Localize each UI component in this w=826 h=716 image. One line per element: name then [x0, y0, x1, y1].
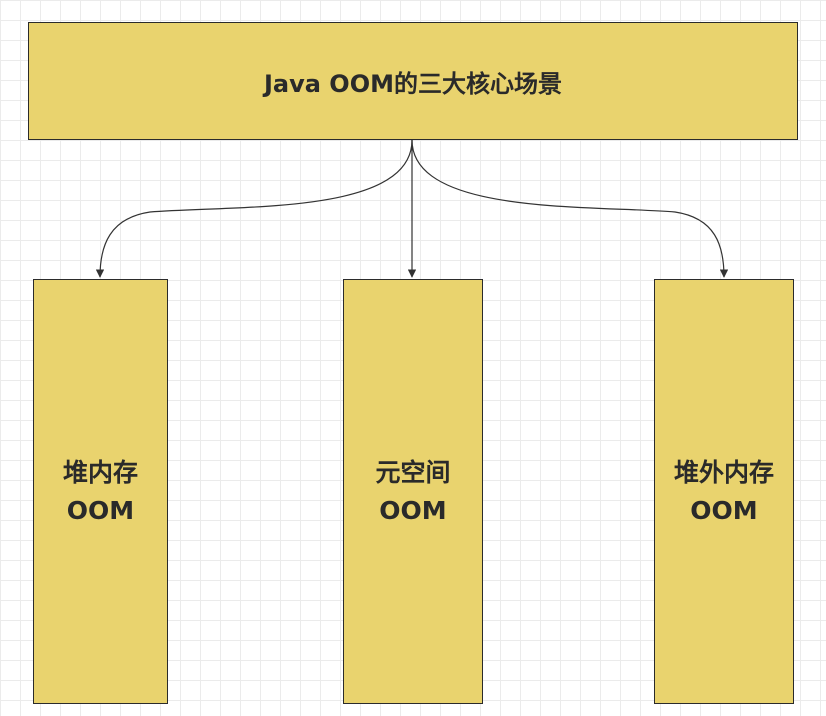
heap-oom-label-line2: OOM	[66, 495, 135, 525]
direct-memory-oom-label-line1: 堆外内存	[673, 457, 774, 487]
root-node-label: Java OOM的三大核心场景	[263, 69, 562, 98]
root-node[interactable]: Java OOM的三大核心场景	[28, 22, 798, 140]
connector-left	[95, 139, 413, 278]
heap-oom-node[interactable]: 堆内存 OOM	[33, 279, 168, 704]
direct-memory-oom-label-line2: OOM	[690, 495, 758, 525]
metaspace-oom-label-line1: 元空间	[375, 457, 451, 487]
metaspace-oom-label-line2: OOM	[379, 495, 447, 525]
metaspace-oom-node[interactable]: 元空间 OOM	[343, 279, 483, 704]
direct-memory-oom-node[interactable]: 堆外内存 OOM	[654, 279, 794, 704]
connector-right	[411, 139, 729, 278]
heap-oom-label-line1: 堆内存	[62, 457, 138, 487]
